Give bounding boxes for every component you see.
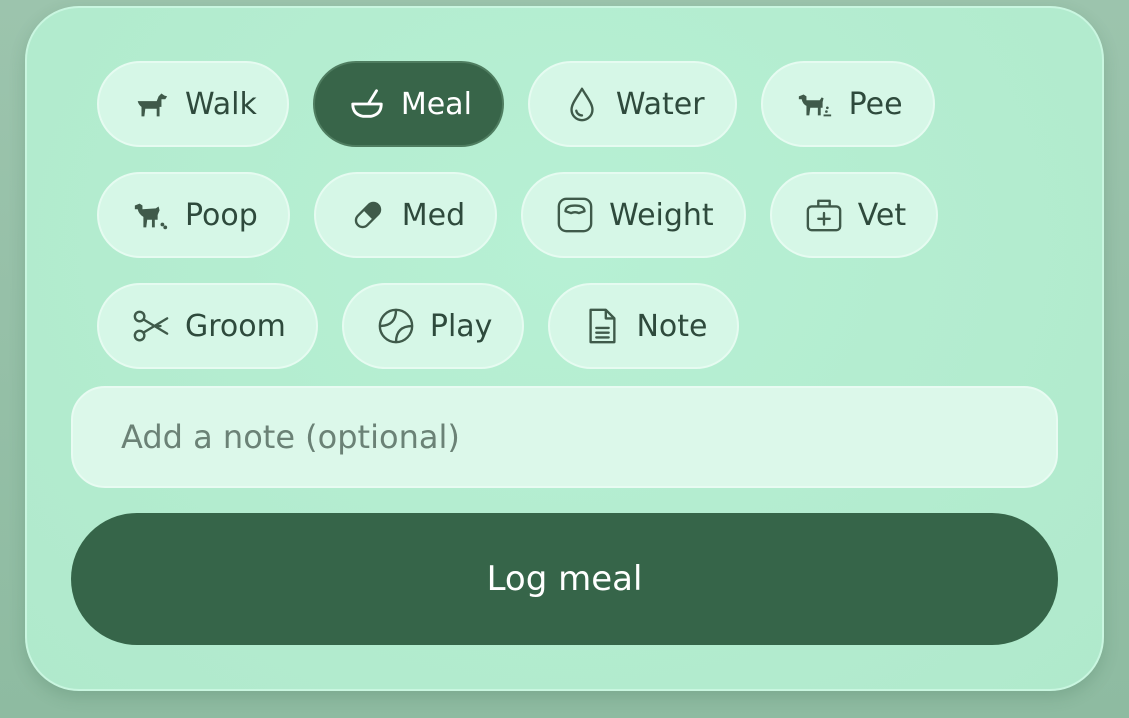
chip-poop[interactable]: Poop xyxy=(97,172,290,258)
chip-label: Vet xyxy=(857,197,907,233)
chip-label: Poop xyxy=(185,197,258,233)
chip-label: Walk xyxy=(185,86,257,122)
pill-icon xyxy=(348,195,388,235)
chip-play[interactable]: Play xyxy=(341,283,525,369)
chip-label: Play xyxy=(429,308,493,344)
activity-chip-row: Poop Med Weight Vet xyxy=(97,172,939,258)
chip-water[interactable]: Water xyxy=(527,61,737,147)
note-input[interactable] xyxy=(71,386,1058,488)
chip-vet[interactable]: Vet xyxy=(769,172,939,258)
water-drop-icon xyxy=(562,84,602,124)
dog-pee-icon xyxy=(795,84,835,124)
chip-label: Med xyxy=(401,197,466,233)
chip-pee[interactable]: Pee xyxy=(760,61,935,147)
log-meal-button[interactable]: Log meal xyxy=(71,513,1058,645)
chip-walk[interactable]: Walk xyxy=(97,61,289,147)
chip-label: Groom xyxy=(185,308,286,344)
chip-weight[interactable]: Weight xyxy=(521,172,746,258)
scale-icon xyxy=(555,195,595,235)
chip-med[interactable]: Med xyxy=(313,172,498,258)
chip-label: Note xyxy=(636,308,708,344)
activity-chip-row: Walk Meal Water Pee xyxy=(97,61,935,147)
chip-label: Weight xyxy=(609,197,714,233)
chip-note[interactable]: Note xyxy=(548,283,740,369)
chip-label: Meal xyxy=(400,86,472,122)
scissors-icon xyxy=(131,306,171,346)
activity-chip-row: Groom Play Note xyxy=(97,283,740,369)
dog-poop-icon xyxy=(131,195,171,235)
document-icon xyxy=(582,306,622,346)
dog-walk-icon xyxy=(131,84,171,124)
chip-label: Pee xyxy=(848,86,903,122)
bowl-icon xyxy=(347,84,387,124)
medical-kit-icon xyxy=(804,195,844,235)
chip-groom[interactable]: Groom xyxy=(97,283,318,369)
ball-icon xyxy=(376,306,416,346)
chip-meal[interactable]: Meal xyxy=(312,61,504,147)
chip-label: Water xyxy=(615,86,705,122)
